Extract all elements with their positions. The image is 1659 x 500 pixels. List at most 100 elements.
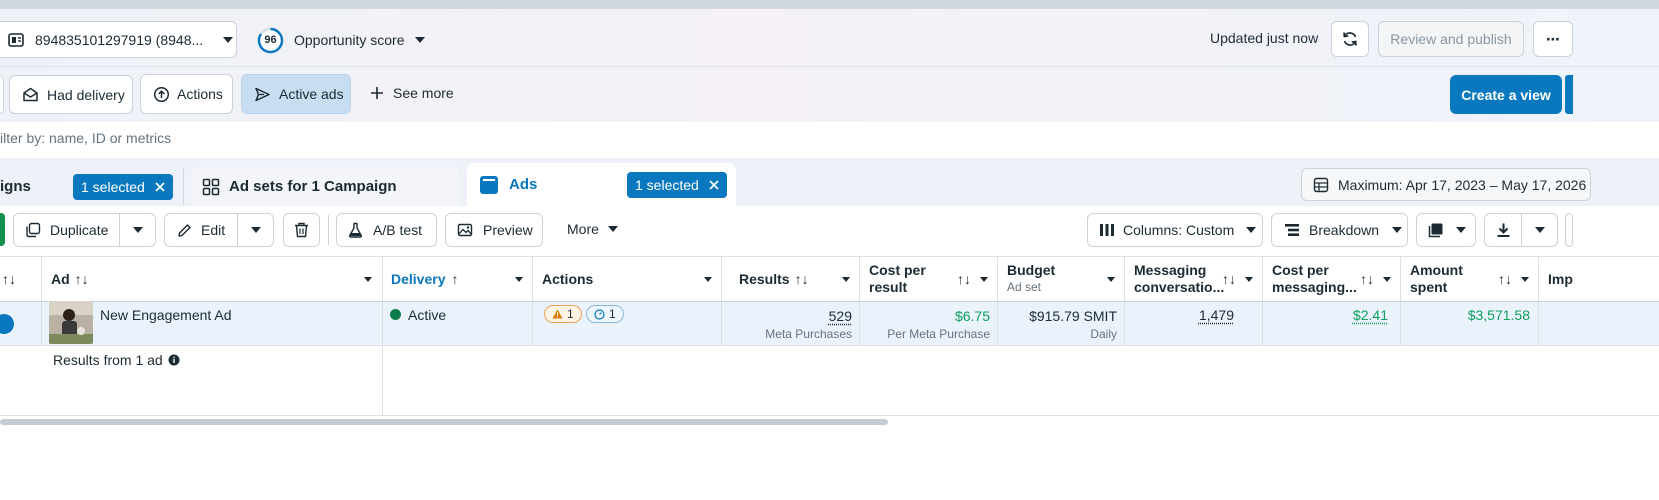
column-header-impressions[interactable]: Imp xyxy=(1539,257,1573,301)
messaging-cell: 1,479 xyxy=(1125,302,1263,345)
see-more-button[interactable]: See more xyxy=(370,85,454,101)
window-top-strip xyxy=(0,0,1659,9)
column-header-delivery[interactable]: Delivery ↑ xyxy=(383,257,533,301)
edit-label: Edit xyxy=(201,222,226,238)
column-label: Budget xyxy=(1007,262,1056,278)
chevron-down-icon[interactable] xyxy=(842,276,850,282)
breakdown-button[interactable]: Breakdown xyxy=(1271,213,1408,247)
more-options-button[interactable]: ⋯ xyxy=(1533,21,1573,57)
create-view-split[interactable] xyxy=(1565,75,1573,114)
column-header-checkbox[interactable]: ↑↓ xyxy=(0,257,42,301)
chevron-down-icon[interactable] xyxy=(1107,276,1115,282)
ad-thumbnail[interactable] xyxy=(49,301,93,344)
download-icon xyxy=(1496,222,1511,238)
updated-status: Updated just now xyxy=(1210,30,1319,46)
horizontal-scrollbar-thumb[interactable] xyxy=(0,419,888,425)
columns-icon xyxy=(1099,223,1115,237)
row-selected-toggle[interactable] xyxy=(0,314,14,334)
recommendations-pill[interactable]: 1 xyxy=(586,305,624,323)
sort-icon[interactable]: ↑↓ xyxy=(1498,271,1512,288)
tab-ads[interactable]: Ads 1 selected xyxy=(467,163,736,206)
account-id-text: 894835101297919 (8948... xyxy=(35,31,204,48)
sort-ascending-icon[interactable]: ↑ xyxy=(451,271,458,287)
sort-icon[interactable]: ↑↓ xyxy=(1360,271,1374,288)
review-publish-button[interactable]: Review and publish xyxy=(1378,21,1524,57)
export-button[interactable] xyxy=(1485,214,1522,246)
edit-split-button[interactable]: Edit xyxy=(164,213,274,247)
column-header-amount-spent[interactable]: Amount spent ↑↓ xyxy=(1401,257,1539,301)
cost-messaging-value[interactable]: $2.41 xyxy=(1263,307,1388,323)
sort-icon[interactable]: ↑↓ xyxy=(1222,271,1236,288)
duplicate-label: Duplicate xyxy=(50,222,109,238)
sort-icon[interactable]: ↑↓ xyxy=(75,271,89,287)
create-view-button[interactable]: Create a view xyxy=(1450,75,1562,114)
toolbar-partial-button[interactable] xyxy=(1565,213,1573,247)
edit-button[interactable]: Edit xyxy=(165,214,238,246)
export-dropdown[interactable] xyxy=(1522,227,1557,233)
row-select-cell[interactable] xyxy=(0,302,42,345)
chip-actions[interactable]: Actions xyxy=(140,74,233,114)
tab-campaigns-label: igns xyxy=(0,178,31,195)
ad-name-cell[interactable]: New Engagement Ad xyxy=(42,301,383,345)
ab-test-button[interactable]: A/B test xyxy=(336,213,437,247)
close-icon[interactable] xyxy=(709,179,719,190)
chip-label: Actions xyxy=(177,86,223,102)
chip-had-delivery[interactable]: Had delivery xyxy=(9,75,133,114)
chevron-down-icon xyxy=(223,36,234,43)
tab-ad-sets[interactable]: Ad sets for 1 Campaign xyxy=(191,167,459,206)
date-range-picker[interactable]: Maximum: Apr 17, 2023 – May 17, 2026 xyxy=(1301,168,1591,201)
close-icon[interactable] xyxy=(155,181,165,192)
results-value[interactable]: 529 xyxy=(722,307,852,325)
refresh-button[interactable] xyxy=(1331,21,1369,57)
results-summary-text: Results from 1 ad xyxy=(53,352,163,368)
chevron-down-icon[interactable] xyxy=(364,276,372,282)
warnings-pill[interactable]: 1 xyxy=(544,305,582,323)
info-icon[interactable] xyxy=(168,354,180,366)
column-header-actions[interactable]: Actions xyxy=(533,257,722,301)
sort-icon[interactable]: ↑↓ xyxy=(2,271,16,287)
summary-divider xyxy=(382,345,383,415)
column-header-cost-per-result[interactable]: Cost per result ↑↓ xyxy=(860,257,998,301)
header-divider xyxy=(0,66,1659,67)
column-header-ad[interactable]: Ad ↑↓ xyxy=(42,257,383,301)
ads-selected-badge[interactable]: 1 selected xyxy=(627,171,727,198)
columns-button[interactable]: Columns: Custom xyxy=(1087,213,1263,247)
preview-button[interactable]: Preview xyxy=(445,213,543,247)
chevron-down-icon[interactable] xyxy=(515,276,523,282)
column-header-cost-messaging[interactable]: Cost per messaging... ↑↓ xyxy=(1263,257,1401,301)
chevron-down-icon[interactable] xyxy=(1521,276,1529,282)
duplicate-dropdown[interactable] xyxy=(120,227,155,233)
more-actions-button[interactable]: More xyxy=(567,221,618,237)
chip-active-ads[interactable]: Active ads xyxy=(241,74,351,114)
chevron-down-icon[interactable] xyxy=(980,276,988,282)
column-label-line2: conversatio... xyxy=(1134,279,1225,295)
export-split-button[interactable] xyxy=(1484,213,1558,247)
account-selector[interactable]: 894835101297919 (8948... xyxy=(0,21,237,58)
column-header-results[interactable]: Results ↑↓ xyxy=(722,257,860,301)
flask-icon xyxy=(348,222,363,238)
actions-cell[interactable]: 1 1 xyxy=(533,302,722,345)
duplicate-split-button[interactable]: Duplicate xyxy=(13,213,156,247)
chevron-down-icon[interactable] xyxy=(1245,276,1253,282)
edit-dropdown[interactable] xyxy=(238,227,273,233)
column-header-messaging[interactable]: Messaging conversatio... ↑↓ xyxy=(1125,257,1263,301)
sort-icon[interactable]: ↑↓ xyxy=(957,271,971,288)
opportunity-score[interactable]: 96 Opportunity score xyxy=(257,26,425,54)
sort-icon[interactable]: ↑↓ xyxy=(795,271,809,287)
tab-campaigns[interactable]: igns 1 selected xyxy=(0,167,183,206)
cost-per-result-type: Per Meta Purchase xyxy=(887,327,990,341)
duplicate-button[interactable]: Duplicate xyxy=(14,214,120,246)
chevron-down-icon[interactable] xyxy=(1383,276,1391,282)
chevron-down-icon[interactable] xyxy=(704,276,712,282)
create-button-partial[interactable] xyxy=(0,213,5,246)
ad-name[interactable]: New Engagement Ad xyxy=(100,307,232,323)
column-header-budget[interactable]: Budget Ad set xyxy=(998,257,1125,301)
messaging-value[interactable]: 1,479 xyxy=(1125,307,1234,323)
reports-button[interactable] xyxy=(1416,213,1476,247)
grid-icon xyxy=(202,178,220,196)
filter-search-input[interactable]: ilter by: name, ID or metrics xyxy=(0,130,900,150)
delete-button[interactable] xyxy=(283,213,320,247)
campaigns-selected-badge[interactable]: 1 selected xyxy=(73,173,173,200)
chip-partial[interactable] xyxy=(0,75,4,114)
amount-spent-value: $3,571.58 xyxy=(1467,307,1530,323)
